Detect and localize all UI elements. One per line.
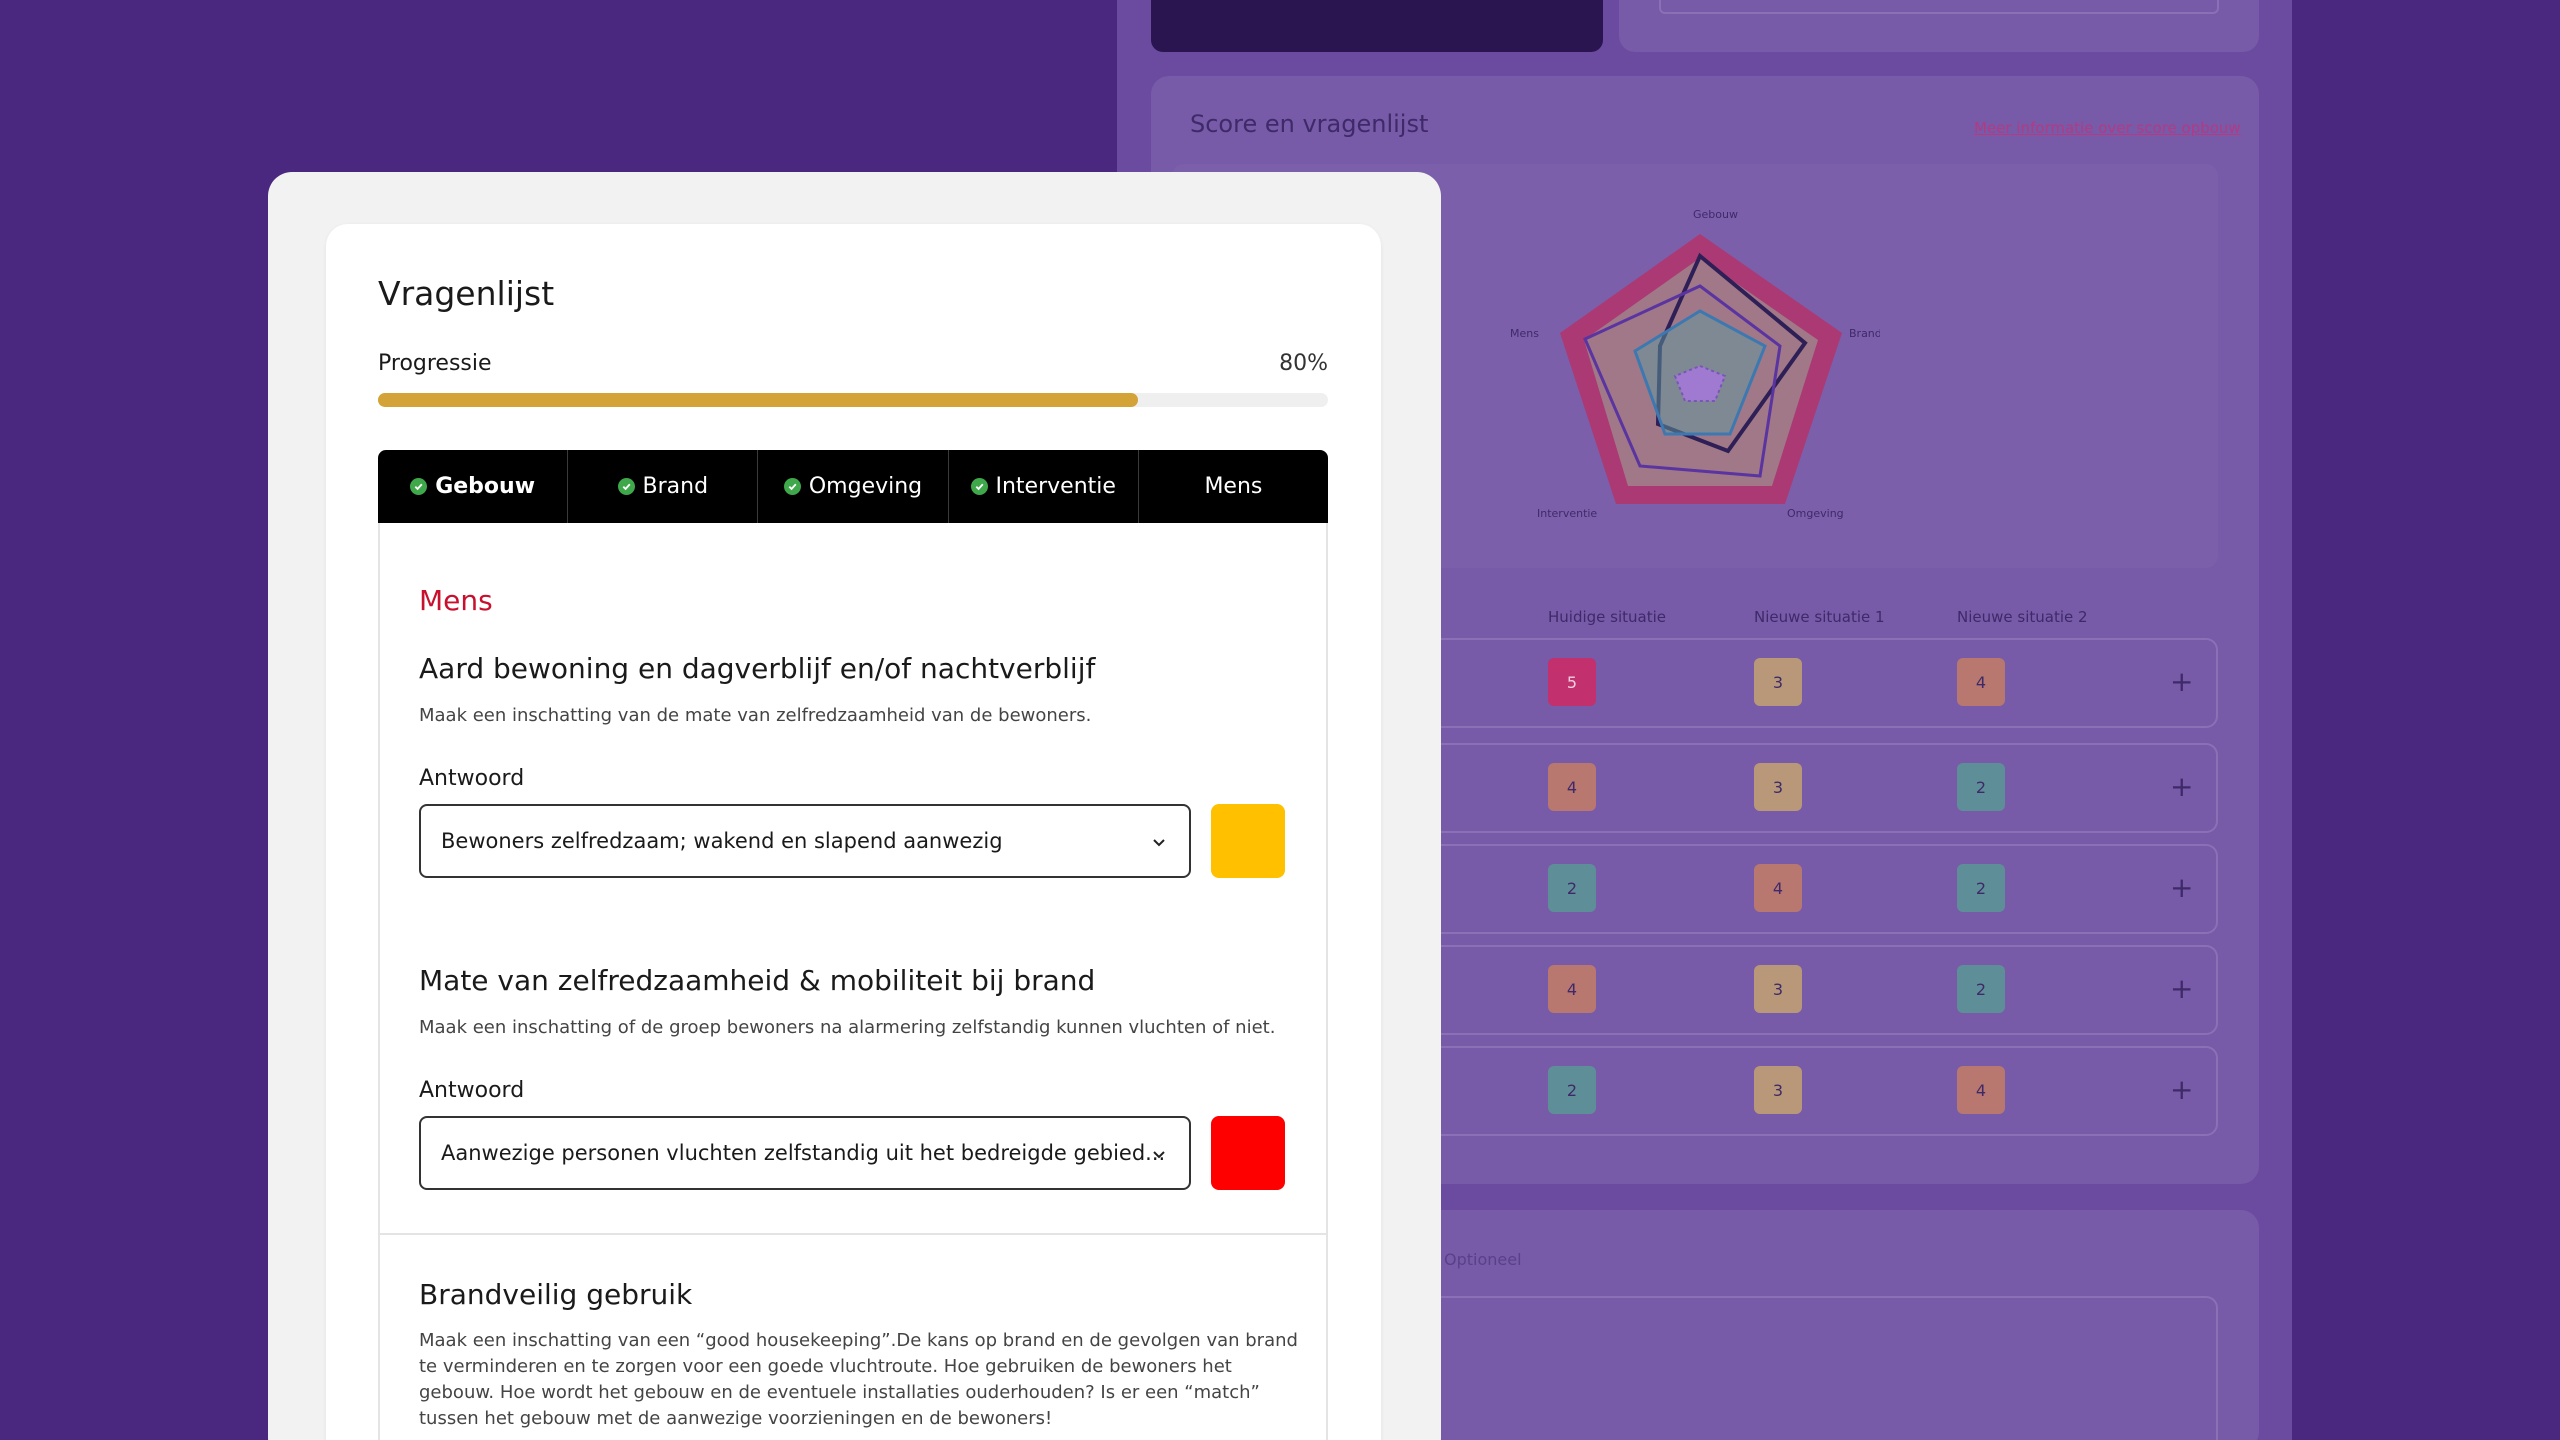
check-icon [783,478,801,495]
question-description: Maak een inschatting van een “good house… [419,1330,1298,1429]
add-row-button[interactable]: + [2170,773,2193,801]
optional-label: Optioneel [1444,1250,1522,1269]
answer-label: Antwoord [419,766,525,791]
check-icon [970,478,988,495]
tab-brand[interactable]: Brand [568,450,759,523]
score-chip: 2 [1548,1066,1596,1114]
radar-label-interventie: Interventie [1537,507,1597,520]
tab-label: Omgeving [808,474,923,499]
progress-value: 80% [1279,351,1328,376]
column-header-huidige: Huidige situatie [1548,608,1667,626]
add-row-button[interactable]: + [2170,1076,2193,1104]
score-chip: 2 [1957,864,2005,912]
score-chip: 3 [1754,763,1802,811]
chevron-down-icon [1153,1151,1165,1159]
score-chip: 4 [1957,658,2005,706]
section-heading: Mens [419,584,493,617]
page-title: Vragenlijst [378,274,555,313]
question-description: Maak een inschatting of de groep bewoner… [419,1017,1276,1038]
score-panel-title: Score en vragenlijst [1190,110,1429,138]
score-chip: 4 [1957,1066,2005,1114]
radar-label-gebouw: Gebouw [1693,208,1738,221]
tab-interventie[interactable]: Interventie [949,450,1139,523]
answer-select[interactable]: Aanwezige personen vluchten zelfstandig … [419,1116,1191,1190]
background-top-field [1659,0,2219,14]
category-tabs: Gebouw Brand Omgeving Interventie Mens [378,450,1328,523]
section-divider [378,1233,1328,1235]
answer-label: Antwoord [419,1078,525,1103]
progress-bar [378,393,1328,407]
tab-gebouw[interactable]: Gebouw [378,450,569,523]
score-chip: 4 [1548,965,1596,1013]
tab-label: Brand [642,474,709,499]
question-title: Mate van zelfredzaamheid & mobiliteit bi… [419,964,1096,997]
background-top-dark-card [1151,0,1603,52]
score-info-link[interactable]: Meer informatie over score opbouw [1974,119,2241,137]
check-icon [617,478,635,495]
score-chip: 3 [1754,658,1802,706]
chevron-down-icon [1153,839,1165,847]
radar-label-omgeving: Omgeving [1787,507,1844,520]
score-color-swatch [1211,1116,1285,1190]
column-header-nieuwe-1: Nieuwe situatie 1 [1754,608,1885,626]
column-header-nieuwe-2: Nieuwe situatie 2 [1957,608,2088,626]
progress-label: Progressie [378,351,492,376]
score-chip: 2 [1957,763,2005,811]
tab-label: Mens [1204,474,1263,499]
tab-label: Interventie [995,474,1116,499]
score-color-swatch [1211,804,1285,878]
tab-omgeving[interactable]: Omgeving [758,450,949,523]
answer-select-value: Bewoners zelfredzaam; wakend en slapend … [441,829,1003,853]
score-chip: 2 [1957,965,2005,1013]
progress-bar-fill [378,393,1138,407]
question-title: Brandveilig gebruik [419,1278,693,1311]
score-chip: 2 [1548,864,1596,912]
radar-label-mens: Mens [1510,327,1539,340]
question-description: Maak een inschatting van de mate van zel… [419,705,1092,726]
score-chip: 3 [1754,965,1802,1013]
answer-select[interactable]: Bewoners zelfredzaam; wakend en slapend … [419,804,1191,878]
answer-select-value: Aanwezige personen vluchten zelfstandig … [441,1141,1166,1165]
add-row-button[interactable]: + [2170,874,2193,902]
check-icon [410,478,428,495]
score-chip: 4 [1548,763,1596,811]
add-row-button[interactable]: + [2170,975,2193,1003]
score-chip: 3 [1754,1066,1802,1114]
tab-label: Gebouw [435,474,536,499]
question-title: Aard bewoning en dagverblijf en/of nacht… [419,652,1096,685]
radar-label-brand: Brand [1849,327,1880,340]
radar-chart: Gebouw Brand Omgeving Interventie Mens [1510,208,1880,520]
add-row-button[interactable]: + [2170,668,2193,696]
score-chip: 4 [1754,864,1802,912]
tab-mens[interactable]: Mens [1139,450,1328,523]
score-chip: 5 [1548,658,1596,706]
